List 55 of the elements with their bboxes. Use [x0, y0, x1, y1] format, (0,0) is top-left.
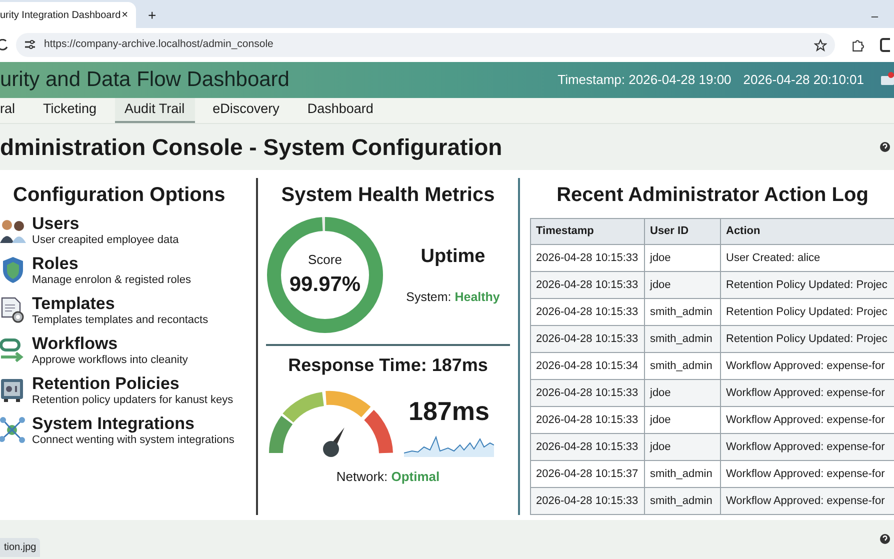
config-option[interactable]: System Integrations — [32, 414, 234, 434]
minimize-button[interactable]: – — [871, 10, 878, 22]
system-status: System: Healthy — [406, 288, 500, 306]
shield-icon — [0, 257, 26, 284]
table-cell: smith_admin — [644, 488, 720, 514]
option-description: Retention policy updaters for kanust keys — [32, 394, 234, 407]
section-title: System Health Metrics — [280, 183, 496, 208]
nav-tab[interactable]: Audit Trail — [114, 98, 195, 123]
safe-icon — [0, 377, 26, 404]
option-description: Connect wenting with system integrations — [32, 434, 234, 447]
network-nodes-icon — [0, 417, 26, 444]
config-option[interactable]: Retention Policies — [32, 374, 234, 394]
option-description: User creapited employee data — [32, 234, 179, 247]
config-option[interactable]: Users — [32, 214, 179, 234]
new-tab-button[interactable]: + — [148, 8, 156, 22]
download-chip[interactable]: tion.jpg — [0, 538, 40, 557]
config-option[interactable]: Templates — [32, 294, 208, 314]
sidebar-icon[interactable] — [880, 38, 890, 52]
address-bar[interactable]: https://company-archive.localhost/admin_console — [16, 33, 835, 57]
nav-tab[interactable]: eDiscovery — [202, 98, 290, 123]
page-title: dministration Console - System Configuration — [0, 132, 502, 162]
browser-tab[interactable]: urity Integration Dashboard× — [0, 2, 136, 28]
help-icon[interactable] — [880, 141, 890, 153]
dashboard-title: urity and Data Flow Dashboard — [0, 67, 290, 94]
section-title: Recent Administrator Action Log — [556, 183, 870, 208]
score-label: Score — [308, 250, 342, 268]
network-status: Network: Optimal — [335, 468, 441, 486]
nav-tab[interactable]: Ticketing — [33, 98, 107, 123]
nav-tab[interactable]: Dashboard — [297, 98, 384, 123]
config-option[interactable]: Roles — [32, 254, 191, 274]
site-info-icon[interactable] — [24, 40, 36, 50]
column-header: Timestamp — [530, 218, 644, 244]
table-cell: 2026-04-28 10:15:33 — [530, 488, 644, 514]
response-value: 187ms — [408, 395, 490, 428]
help-icon[interactable] — [880, 533, 890, 545]
nav-tab[interactable]: ral — [0, 98, 26, 123]
clock-text: 2026-04-28 20:10:01 — [743, 71, 864, 90]
config-option[interactable]: Workflows — [32, 334, 188, 354]
timestamp-text: Timestamp: 2026-04-28 19:00 — [558, 71, 732, 90]
response-time-title: Response Time: 187ms — [287, 354, 489, 377]
tab-title: urity Integration Dashboard — [0, 8, 121, 22]
close-icon[interactable]: × — [122, 10, 128, 20]
star-icon[interactable] — [814, 38, 827, 52]
url-text: https://company-archive.localhost/admin_console — [44, 37, 274, 52]
notification-icon[interactable] — [880, 72, 894, 88]
reload-icon[interactable] — [0, 39, 8, 51]
uptime-title: Uptime — [420, 245, 486, 270]
score-value: 99.97% — [289, 272, 361, 298]
option-description: Templates templates and recontacts — [32, 314, 208, 327]
users-icon — [0, 217, 26, 244]
option-description: Approwe workflows into cleanity — [32, 354, 188, 367]
option-description: Manage enrolon & registed roles — [32, 274, 191, 287]
section-title: Configuration Options — [13, 183, 226, 208]
extension-icon[interactable] — [851, 38, 864, 52]
workflow-arrows-icon — [0, 337, 26, 364]
